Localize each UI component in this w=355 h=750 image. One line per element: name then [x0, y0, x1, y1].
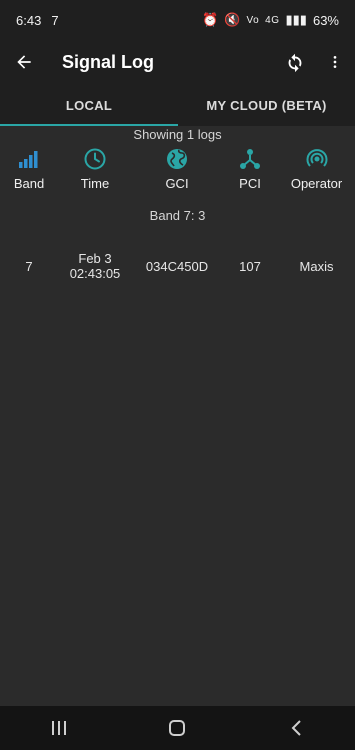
alarm-icon: ⏰ [202, 12, 219, 27]
column-operator[interactable]: Operator [278, 146, 355, 198]
signal-bars-icon [19, 151, 38, 168]
back-button[interactable] [0, 40, 48, 84]
more-options-button[interactable] [315, 40, 355, 84]
cell-clock-time: 02:43:05 [69, 266, 121, 281]
status-time: 6:43 [16, 12, 42, 28]
system-navigation-bar [0, 706, 355, 750]
signal-icon: ▮▮▮ [285, 12, 307, 27]
chevron-left-icon [291, 720, 301, 736]
tab-local[interactable]: LOCAL [0, 84, 178, 126]
globe-icon [167, 149, 187, 169]
page-title: Signal Log [62, 51, 154, 72]
column-pci[interactable]: PCI [222, 146, 278, 198]
tab-my-cloud[interactable]: MY CLOUD (BETA) [178, 84, 355, 126]
column-label-gci: GCI [165, 176, 189, 191]
column-label-time: Time [80, 176, 110, 191]
table-row[interactable]: 7 Feb 3 02:43:05 034C450D 107 Maxis [0, 246, 355, 286]
column-label-band: Band [13, 176, 45, 191]
clock-icon [84, 148, 106, 170]
home-icon [169, 720, 186, 736]
more-vertical-icon [333, 56, 337, 68]
network-type-vo: Vo [246, 14, 260, 26]
network-nodes-icon [240, 149, 260, 169]
cell-time: Feb 3 02:43:05 [58, 251, 132, 281]
app-bar: Signal Log [0, 40, 355, 84]
antenna-broadcast-icon [306, 149, 327, 167]
group-header-band: Band 7: 3 [149, 208, 206, 223]
status-bar: 6:43 7 ⏰ 🔇 Vo 4G ▮▮▮ 63% [0, 0, 355, 40]
system-back-button[interactable] [266, 706, 326, 750]
refresh-icon [288, 53, 302, 73]
cell-pci: 107 [239, 258, 261, 274]
battery-percent: 63% [312, 12, 339, 28]
notification-count: 7 [51, 12, 59, 28]
refresh-button[interactable] [275, 40, 315, 84]
mute-icon: 🔇 [224, 12, 241, 27]
column-label-pci: PCI [239, 176, 261, 191]
column-header-row: Band Time GCI PCI Operator [0, 146, 355, 198]
network-type-4g: 4G [265, 14, 280, 26]
column-band[interactable]: Band [0, 146, 58, 198]
log-count-summary: Showing 1 logs [133, 127, 222, 142]
column-time[interactable]: Time [58, 146, 132, 198]
arrow-left-icon [17, 55, 31, 69]
cell-date: Feb 3 [78, 251, 112, 266]
column-label-operator: Operator [290, 176, 343, 191]
cell-gci: 034C450D [145, 258, 209, 274]
recents-icon [52, 721, 67, 735]
cell-band: 7 [25, 258, 33, 274]
column-gci[interactable]: GCI [132, 146, 222, 198]
recents-button[interactable] [29, 706, 89, 750]
cell-operator: Maxis [299, 258, 334, 274]
home-button[interactable] [147, 706, 207, 750]
tab-bar: LOCAL MY CLOUD (BETA) [0, 84, 355, 126]
